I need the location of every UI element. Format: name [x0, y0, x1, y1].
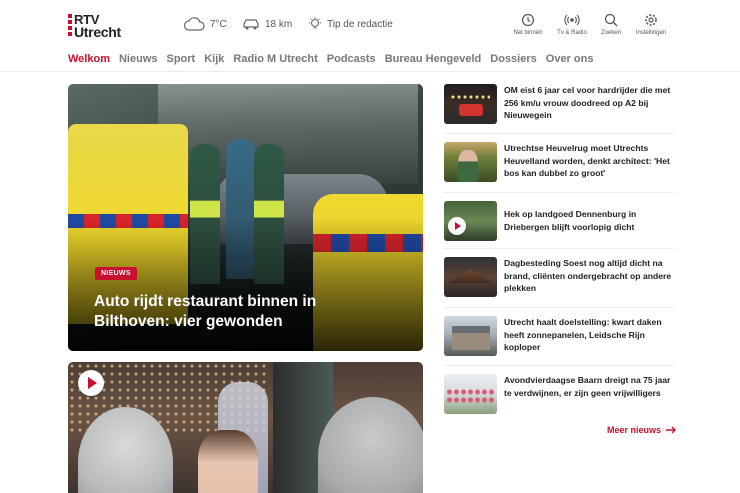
- video-article-card[interactable]: [68, 362, 423, 493]
- nav-item-welkom[interactable]: Welkom: [68, 53, 110, 65]
- rtv-utrecht-logo[interactable]: RTV Utrecht: [68, 12, 130, 40]
- tool-label: Net binnen: [513, 30, 543, 36]
- tool-label: Instellingen: [635, 30, 667, 36]
- nav-item-dossiers[interactable]: Dossiers: [490, 53, 536, 65]
- nav-item-kijk[interactable]: Kijk: [204, 53, 224, 65]
- news-title[interactable]: Hek op landgoed Dennenburg in Driebergen…: [504, 208, 674, 233]
- news-divider: [444, 133, 674, 134]
- logo-line2: Utrecht: [74, 24, 121, 40]
- news-thumbnail: [444, 374, 497, 414]
- arrow-right-icon: [666, 426, 677, 434]
- news-thumbnail: [444, 84, 497, 124]
- news-divider: [444, 192, 674, 193]
- news-divider: [444, 307, 674, 308]
- clock-icon: [521, 13, 535, 27]
- category-badge: NIEUWS: [95, 267, 137, 280]
- lightbulb-icon: [309, 17, 321, 29]
- news-title[interactable]: Dagbesteding Soest nog altijd dicht na b…: [504, 257, 674, 295]
- hero-article[interactable]: NIEUWS Auto rijdt restaurant binnen in B…: [68, 84, 423, 351]
- news-title[interactable]: Avondvierdaagse Baarn dreigt na 75 jaar …: [504, 374, 674, 399]
- site-header: RTV Utrecht 7°C 18 km Tip de redactie Ne…: [0, 0, 740, 48]
- nav-item-bureau-hengeveld[interactable]: Bureau Hengeveld: [385, 53, 482, 65]
- settings-button[interactable]: Instellingen: [626, 13, 676, 36]
- news-title[interactable]: OM eist 6 jaar cel voor hardrijder die m…: [504, 84, 674, 122]
- nav-item-nieuws[interactable]: Nieuws: [119, 53, 158, 65]
- tool-label: Zoeken: [600, 30, 621, 36]
- tip-label: Tip de redactie: [327, 18, 393, 30]
- main-nav: Welkom Nieuws Sport Kijk Radio M Utrecht…: [68, 53, 593, 65]
- nav-item-radio-m-utrecht[interactable]: Radio M Utrecht: [233, 53, 317, 65]
- search-icon: [604, 13, 618, 27]
- traffic-value: 18 km: [265, 18, 293, 30]
- more-news-label: Meer nieuws: [607, 425, 662, 435]
- news-thumbnail: [444, 201, 497, 241]
- news-title[interactable]: Utrechtse Heuvelrug moet Utrechts Heuvel…: [504, 142, 674, 180]
- news-thumbnail: [444, 142, 497, 182]
- news-divider: [444, 365, 674, 366]
- gear-icon: [645, 14, 657, 26]
- nav-item-over-ons[interactable]: Over ons: [546, 53, 594, 65]
- cloud-icon: [183, 17, 205, 31]
- nav-divider: [0, 71, 740, 72]
- news-thumbnail: [444, 316, 497, 356]
- tip-widget[interactable]: Tip de redactie: [308, 17, 393, 31]
- traffic-widget[interactable]: 18 km: [242, 17, 292, 31]
- news-divider: [444, 248, 674, 249]
- video-article-image: [68, 362, 423, 493]
- radio-icon: [564, 14, 580, 26]
- weather-value: 7°C: [210, 18, 227, 30]
- weather-widget[interactable]: 7°C: [183, 17, 227, 31]
- hero-title[interactable]: Auto rijdt restaurant binnen in Bilthove…: [94, 292, 334, 332]
- nav-item-sport[interactable]: Sport: [167, 53, 196, 65]
- more-news-link[interactable]: Meer nieuws: [607, 425, 677, 435]
- car-icon: [243, 19, 259, 30]
- play-icon: [448, 217, 466, 235]
- news-title[interactable]: Utrecht haalt doelstelling: kwart daken …: [504, 316, 674, 354]
- nav-item-podcasts[interactable]: Podcasts: [327, 53, 376, 65]
- net-binnen-button[interactable]: Net binnen: [503, 13, 553, 36]
- play-icon[interactable]: [78, 370, 104, 396]
- logo-bars-icon: [68, 14, 72, 36]
- tool-label: Tv & Radio: [557, 30, 587, 36]
- news-thumbnail: [444, 257, 497, 297]
